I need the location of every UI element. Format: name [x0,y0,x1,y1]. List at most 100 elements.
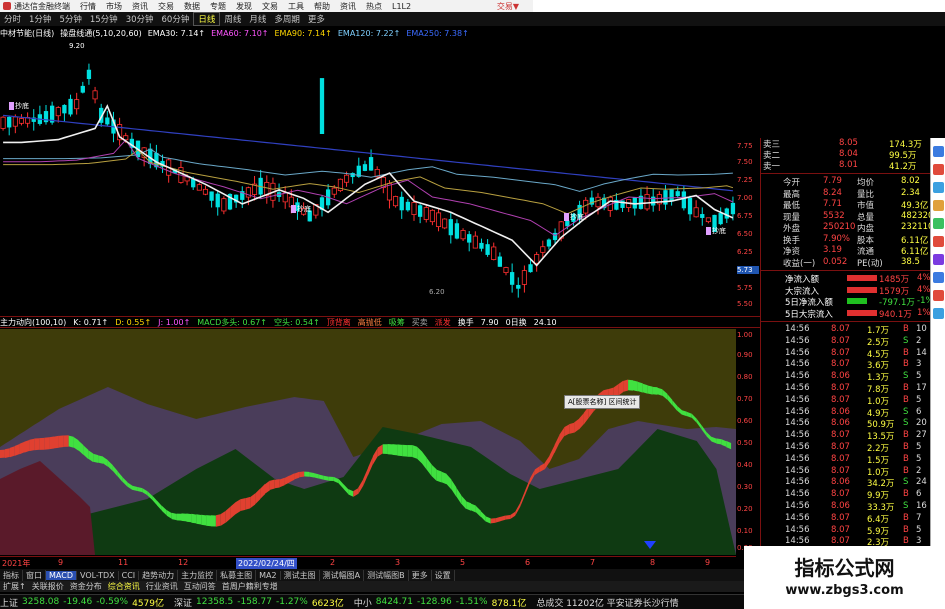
candle-body-up [202,188,209,195]
indicator-tab[interactable]: CCI [119,570,140,580]
menu-item[interactable]: 文易 [262,1,278,12]
info-tab[interactable]: 互动问答 [181,581,219,592]
tick-time: 14:56 [785,324,810,334]
tick-row: 14:56 8.07 7.8万 B 17 [761,383,931,395]
tool-button-icon[interactable] [933,164,944,175]
info-tab[interactable]: 行业资讯 [143,581,181,592]
index-change: -158.77 [237,597,272,607]
menu-item[interactable]: 资讯 [132,1,148,12]
candle-body-up [540,246,546,253]
info-tab[interactable]: 扩展↑ [0,581,29,592]
tool-button-icon[interactable] [933,146,944,157]
menu-item[interactable]: 市场 [106,1,122,12]
period-tab[interactable]: 更多 [304,13,329,25]
indicator-tab[interactable]: VOL-TDX [77,570,119,580]
menu-item[interactable]: 交易 [158,1,174,12]
index-name[interactable]: 中小 [354,596,372,609]
period-tab[interactable]: 周线 [220,13,245,25]
indicator-tab[interactable]: 私募主图 [217,569,257,581]
period-tab[interactable]: 多周期 [270,13,304,25]
candle-body-down [730,202,736,215]
indicator-tab[interactable]: 测试幅图A [320,569,365,581]
stat-key: 内盘 [857,224,875,234]
tool-button-icon[interactable] [933,254,944,265]
menu-item[interactable]: 数据 [184,1,200,12]
indicator-tab[interactable]: 更多 [409,569,432,581]
ind-legend-trade: 买卖 [411,317,428,327]
menu-item[interactable]: L1L2 [392,2,411,11]
quote-stat-row: 现量 5532 总量 482320 [761,211,933,223]
tick-row: 14:56 8.07 1.0万 B 2 [761,466,931,478]
period-tab[interactable]: 月线 [245,13,270,25]
menu-item[interactable]: 热点 [366,1,382,12]
tick-side: B [903,359,909,370]
info-tab[interactable]: 资金分布 [67,581,105,592]
menu-item[interactable]: 发现 [236,1,252,12]
tick-price: 8.07 [831,430,850,441]
tick-side: B [903,347,909,358]
tool-button-icon[interactable] [933,308,944,319]
candlestick-chart[interactable] [0,38,736,314]
info-tab[interactable]: 综合资讯 [105,581,143,592]
quote-stat-row: 外盘 250210 内盘 232110 [761,222,933,234]
ribbon-segment [54,435,59,449]
watermark-logo: 指标公式网 www.zbgs3.com [744,546,945,609]
menu-item[interactable]: 行情 [80,1,96,12]
tick-side: S [903,335,909,346]
range-stat-tooltip[interactable]: A[股票名称] 区间统计 [564,395,641,409]
flow-label: 5日净流入额 [785,298,833,308]
app-logo-icon [3,2,11,10]
indicator-tab[interactable]: MA2 [256,570,281,580]
index-name[interactable]: 上证 [0,596,18,609]
ribbon-segment [176,513,182,521]
indicator-tab[interactable]: 测试幅图B [364,569,409,581]
indicator-chart[interactable] [0,329,736,555]
ind-legend-day-turn: 0日换 [505,317,527,327]
tool-button-icon[interactable] [933,218,944,229]
ribbon-segment [24,440,30,453]
legend-ema90: EMA90: 7.14↑ [274,28,332,38]
indicator-tab[interactable]: MACD [46,570,77,580]
period-tab[interactable]: 分时 [0,13,25,25]
info-tab[interactable]: 首周户籍利专增 [219,581,281,592]
period-tab-selected[interactable]: 日线 [193,12,221,26]
tick-time: 14:56 [785,394,810,405]
period-tab[interactable]: 1分钟 [25,13,55,25]
tick-side: B [903,536,909,547]
tool-button-icon[interactable] [933,272,944,283]
ribbon-segment [68,435,74,448]
candle-body-up [503,267,509,273]
period-tab[interactable]: 5分钟 [55,13,85,25]
indicator-tab[interactable]: 主力监控 [178,569,218,581]
menu-item[interactable]: 帮助 [314,1,330,12]
tool-button-icon[interactable] [933,200,944,211]
tick-price: 8.06 [831,501,850,511]
info-tab[interactable]: 关联报价 [29,581,67,592]
stat-val: 0.052 [823,256,848,267]
tool-button-icon[interactable] [933,236,944,247]
title-bar: 通达信金融终端 行情 市场 资讯 交易 数据 专题 发现 文易 工具 帮助 资讯… [0,0,533,12]
order-book-row[interactable]: 卖二 8.04 99.5万 [761,149,931,161]
period-tab[interactable]: 60分钟 [158,13,194,25]
trade-menu[interactable]: 交易▼ [497,1,519,12]
ribbon-segment [569,422,575,434]
order-book-row[interactable]: 卖三 8.05 174.3万 [761,138,931,150]
indicator-tab[interactable]: 设置 [432,569,455,581]
period-tab[interactable]: 30分钟 [122,13,158,25]
period-tab[interactable]: 15分钟 [86,13,122,25]
indicator-tab[interactable]: 测试主图 [281,569,320,581]
menu-item[interactable]: 资讯 [340,1,356,12]
order-book-row[interactable]: 卖一 8.01 41.2万 [761,160,931,172]
tool-button-icon[interactable] [933,290,944,301]
indicator-tab[interactable]: 窗口 [23,569,46,581]
indicator-tab[interactable]: 指标 [0,569,23,581]
candle-body-down [700,214,705,218]
legend-ema60: EMA60: 7.10↑ [211,28,269,38]
candle-body-up [55,107,61,117]
menu-item[interactable]: 专题 [210,1,226,12]
indicator-tab[interactable]: 趋势动力 [139,569,179,581]
tool-button-icon[interactable] [933,182,944,193]
tick-price: 8.07 [831,442,850,452]
index-name[interactable]: 深证 [174,596,192,609]
menu-item[interactable]: 工具 [288,1,304,12]
